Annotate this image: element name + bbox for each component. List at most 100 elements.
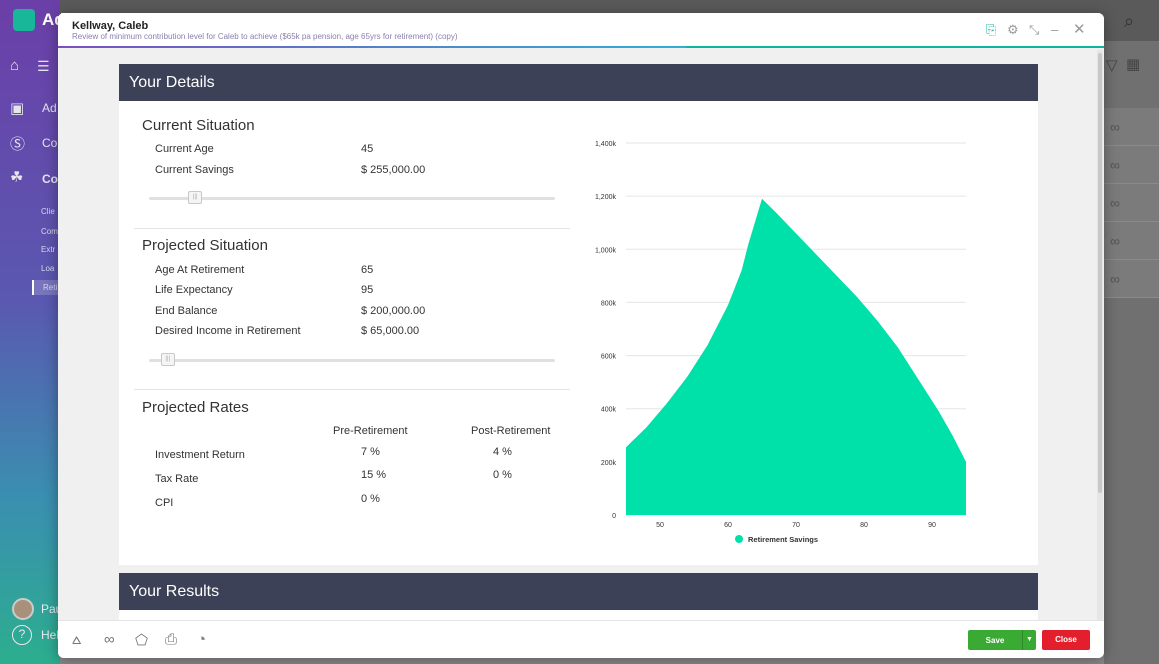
current-situation-title: Current Situation <box>142 117 255 134</box>
copy-icon[interactable]: ⎘ <box>986 22 996 38</box>
home-icon[interactable]: ⌂ <box>10 57 19 74</box>
modal-dialog: Kellway, Caleb Review of minimum contrib… <box>58 13 1104 658</box>
link-icon: ∞ <box>1110 195 1120 211</box>
print-icon[interactable]: ⎙ <box>165 631 177 648</box>
current-savings-label: Current Savings <box>155 164 234 176</box>
save-button-label: Save <box>985 635 1005 645</box>
close-icon[interactable]: ✕ <box>1073 20 1086 38</box>
x-tick-label: 60 <box>724 522 732 529</box>
x-tick-label: 90 <box>928 522 936 529</box>
modal-footer: ⩟ ∞ ⬠ ⎙ ◔ Save ▼ Close <box>58 620 1104 658</box>
slider-handle[interactable]: ||| <box>160 353 175 366</box>
cpi-pre: 0 % <box>361 493 380 505</box>
divider <box>134 228 570 229</box>
projected-situation-title: Projected Situation <box>142 237 268 254</box>
y-tick-label: 400k <box>601 407 617 414</box>
dollar-icon[interactable]: Ⓢ <box>10 133 25 154</box>
x-tick-label: 50 <box>656 522 664 529</box>
hand-plant-icon[interactable]: ☘ <box>10 168 23 186</box>
pre-retirement-header: Pre-Retirement <box>333 425 408 437</box>
link-icon[interactable]: ∞ <box>104 631 115 648</box>
background-row[interactable]: ∞ <box>1104 108 1159 146</box>
x-tick-label: 70 <box>792 522 800 529</box>
sub-item-com[interactable]: Com <box>41 227 58 236</box>
search-icon[interactable]: ⌕ <box>1124 11 1134 32</box>
desired-income-slider[interactable]: ||| <box>149 353 555 366</box>
avatar[interactable] <box>12 598 34 620</box>
filter-icon[interactable]: ▽ <box>1106 56 1118 74</box>
link-icon: ∞ <box>1110 157 1120 173</box>
sub-item-reti[interactable]: Reti <box>32 280 58 295</box>
post-retirement-header: Post-Retirement <box>471 425 551 437</box>
tax-rate-post: 0 % <box>493 469 512 481</box>
minimize-arrows-icon[interactable]: ⤡ <box>1029 22 1039 38</box>
background-row[interactable]: ∞ <box>1104 146 1159 184</box>
series-area-retirement-savings <box>626 198 966 516</box>
gear-icon[interactable]: ⚙ <box>1007 22 1019 38</box>
chart-line-icon[interactable]: ⩟ <box>72 631 81 648</box>
current-savings-slider[interactable]: ||| <box>149 191 555 204</box>
life-expectancy-value: 95 <box>361 284 374 296</box>
details-panel: Your Details Current Situation Current A… <box>119 64 1038 565</box>
sub-item-extr[interactable]: Extr <box>41 245 55 254</box>
sub-item-loa[interactable]: Loa <box>41 264 54 273</box>
modal-body: Your Details Current Situation Current A… <box>58 50 1104 620</box>
details-heading: Your Details <box>119 64 1038 101</box>
save-button[interactable]: Save ▼ <box>968 630 1036 650</box>
modal-title: Kellway, Caleb <box>72 20 149 32</box>
background-row[interactable]: ∞ <box>1104 184 1159 222</box>
pie-chart-icon[interactable]: ◔ <box>197 631 206 648</box>
minimize-icon[interactable]: – <box>1051 22 1058 37</box>
retirement-savings-chart: 0 200k 400k 600k 800k 1,000k 1,200k 1,400k 50 60 7… <box>595 141 966 544</box>
investment-return-label: Investment Return <box>155 449 245 461</box>
y-tick-label: 1,400k <box>595 141 617 148</box>
help-label[interactable]: Hel <box>41 628 59 642</box>
modal-header: Kellway, Caleb Review of minimum contrib… <box>58 13 1104 48</box>
end-balance-value: $ 200,000.00 <box>361 305 426 317</box>
nav-item-admin[interactable]: Ad <box>42 101 57 115</box>
projected-rates-title: Projected Rates <box>142 399 249 416</box>
scrollbar-thumb[interactable] <box>1098 53 1102 493</box>
help-icon[interactable]: ? <box>12 625 32 645</box>
y-tick-label: 800k <box>601 300 617 307</box>
background-row[interactable]: ∞ <box>1104 222 1159 260</box>
legend-marker <box>735 535 743 543</box>
columns-icon[interactable]: ▦ <box>1126 55 1140 73</box>
link-icon: ∞ <box>1110 119 1120 135</box>
y-tick-label: 1,200k <box>595 194 617 201</box>
tax-rate-pre: 15 % <box>361 469 387 481</box>
nav-item-co-2[interactable]: Co <box>42 172 58 186</box>
end-balance-label: End Balance <box>155 305 218 317</box>
y-tick-label: 200k <box>601 460 617 467</box>
divider <box>134 389 570 390</box>
investment-return-post: 4 % <box>493 446 512 458</box>
y-tick-label: 0 <box>612 513 616 520</box>
legend-label: Retirement Savings <box>748 535 818 544</box>
tax-rate-label: Tax Rate <box>155 473 199 485</box>
link-icon: ∞ <box>1110 233 1120 249</box>
close-button[interactable]: Close <box>1042 630 1090 650</box>
results-heading: Your Results <box>119 573 1038 610</box>
desired-income-label: Desired Income in Retirement <box>155 325 301 337</box>
app-logo-icon <box>13 9 35 31</box>
save-dropdown-caret-icon[interactable]: ▼ <box>1022 630 1036 650</box>
results-panel: Your Results <box>119 573 1038 620</box>
y-tick-label: 1,000k <box>595 247 617 254</box>
list-icon[interactable]: ☰ <box>37 58 50 75</box>
desired-income-value: $ 65,000.00 <box>361 325 420 337</box>
current-age-label: Current Age <box>155 143 214 155</box>
tag-icon[interactable]: ⬠ <box>135 631 148 649</box>
briefcase-icon[interactable]: ▣ <box>10 99 24 117</box>
background-sidebar <box>0 0 60 664</box>
age-at-retirement-label: Age At Retirement <box>155 264 245 276</box>
background-row[interactable]: ∞ <box>1104 260 1159 298</box>
sub-item-clients[interactable]: Clie <box>41 207 55 216</box>
age-at-retirement-value: 65 <box>361 264 374 276</box>
life-expectancy-label: Life Expectancy <box>155 284 233 296</box>
nav-item-co-1[interactable]: Co <box>42 136 57 150</box>
modal-subtitle: Review of minimum contribution level for… <box>72 32 458 41</box>
background-toolbar: ▽ ▦ <box>1104 52 1159 80</box>
slider-handle[interactable]: ||| <box>188 191 203 204</box>
cpi-label: CPI <box>155 497 174 509</box>
y-tick-label: 600k <box>601 354 617 361</box>
